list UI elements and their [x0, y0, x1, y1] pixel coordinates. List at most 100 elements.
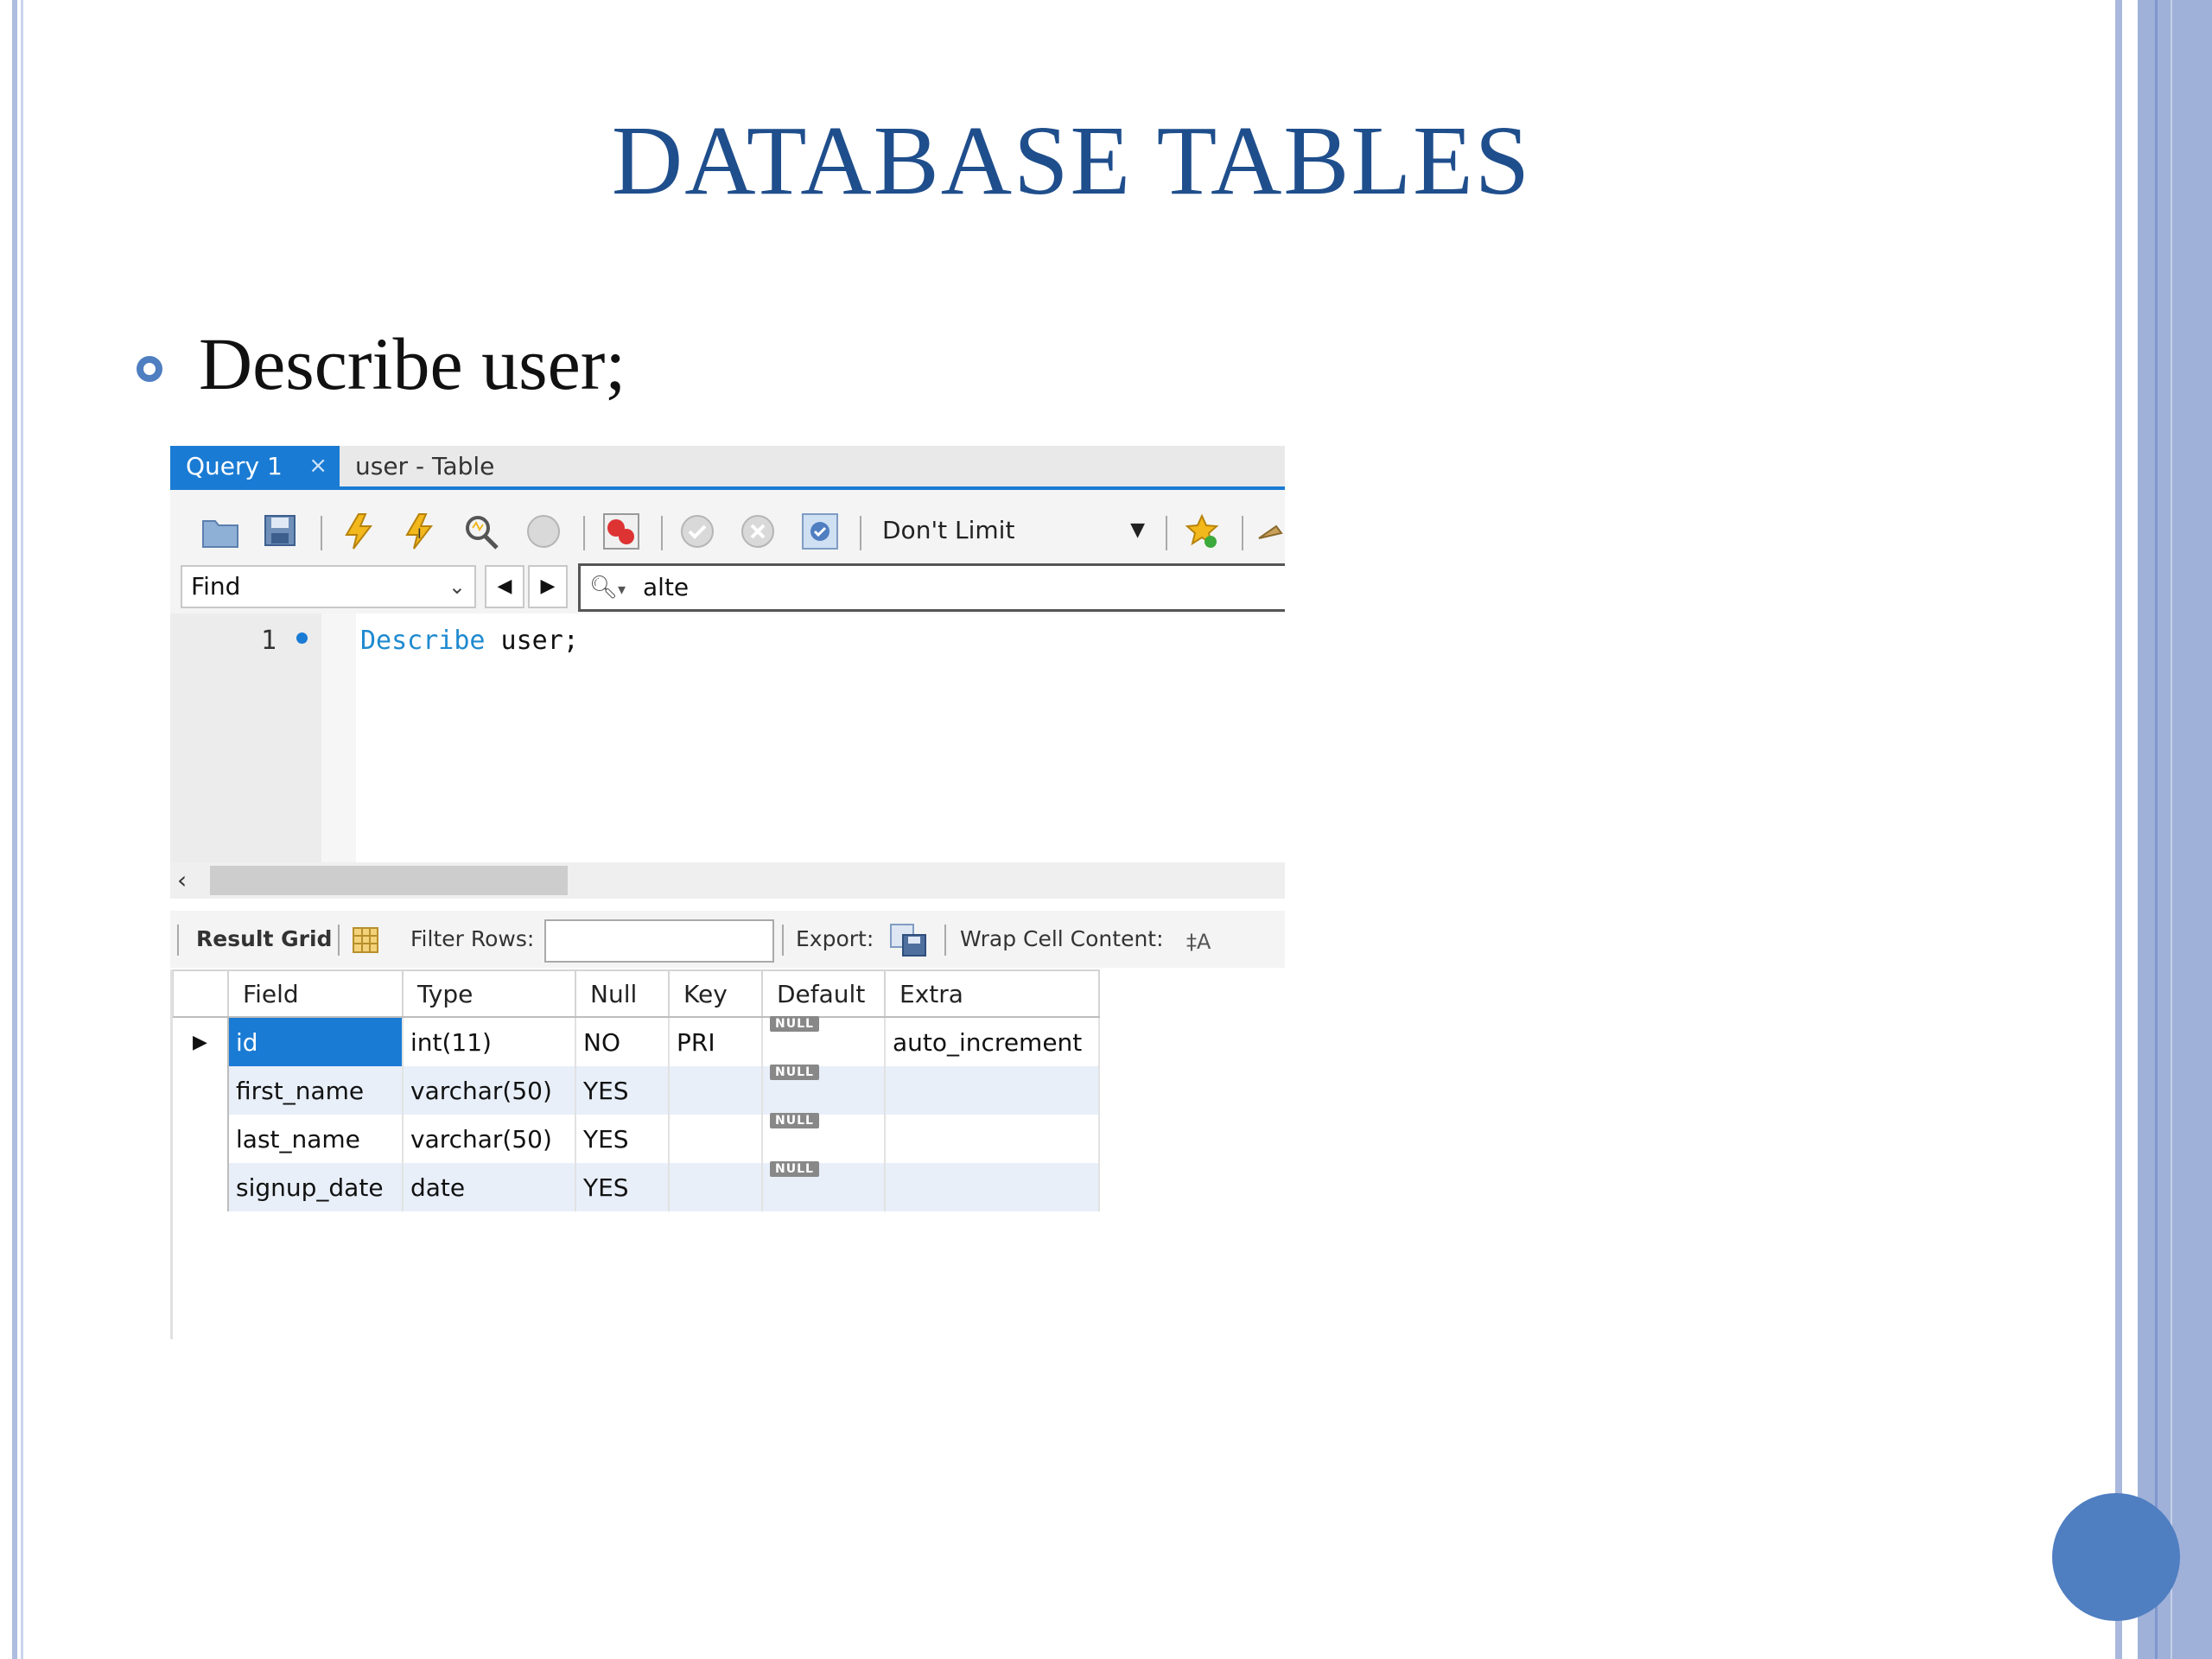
wrap-text-icon[interactable]: ‡A	[1185, 926, 1212, 954]
filter-rows-input[interactable]	[544, 919, 774, 963]
row-header	[173, 1066, 229, 1115]
execute-icon[interactable]	[340, 512, 378, 550]
cell-default[interactable]: NULL	[762, 1064, 886, 1115]
result-toolbar: Result Grid Filter Rows: Export: Wrap Ce…	[170, 911, 1285, 968]
find-mode-select[interactable]: Find ⌄	[181, 565, 476, 608]
cell-default[interactable]: NULL	[762, 1015, 886, 1066]
cell-null[interactable]: NO	[575, 1017, 670, 1066]
cell-type[interactable]: varchar(50)	[403, 1066, 576, 1115]
line-number: 1	[261, 626, 277, 656]
find-search-value: alte	[643, 573, 690, 601]
column-header-type[interactable]: Type	[403, 969, 576, 1018]
cell-type[interactable]: date	[403, 1163, 576, 1211]
tab-query-1[interactable]: Query 1 ×	[170, 446, 340, 486]
grid-left-border	[170, 969, 173, 1339]
cell-default[interactable]: NULL	[762, 1160, 886, 1211]
sql-code-rest: user;	[485, 626, 579, 656]
right-border-line-2	[2171, 0, 2172, 1659]
left-border-stripe	[12, 0, 17, 1659]
explain-icon[interactable]	[462, 512, 500, 550]
cell-extra[interactable]	[885, 1115, 1100, 1163]
workbench-screenshot: Query 1 × user - Table I Don't Limit ▼ F…	[170, 446, 1285, 1339]
cell-field[interactable]: last_name	[228, 1115, 404, 1163]
bookmark-icon[interactable]	[1183, 512, 1221, 550]
cell-null[interactable]: YES	[575, 1066, 670, 1115]
cell-key[interactable]	[669, 1163, 763, 1211]
grid-view-icon[interactable]	[352, 926, 379, 954]
svg-text:I: I	[417, 525, 422, 542]
table-row[interactable]: signup_date date YES NULL	[173, 1160, 1100, 1211]
cell-type[interactable]: int(11)	[403, 1017, 576, 1066]
toolbar-separator	[860, 516, 861, 550]
cell-extra[interactable]: auto_increment	[885, 1017, 1100, 1066]
sql-code-line[interactable]: Describe user;	[360, 626, 579, 656]
cell-extra[interactable]	[885, 1163, 1100, 1211]
stop-icon[interactable]	[524, 512, 563, 550]
cell-field[interactable]: id	[228, 1017, 404, 1066]
column-header-default[interactable]: Default	[762, 969, 886, 1018]
toolbar-separator	[1242, 516, 1243, 550]
find-bar: Find ⌄ ◀ ▶ 🔍︎▾ alte	[170, 556, 1285, 613]
toolbar-separator	[177, 925, 179, 956]
column-header-key[interactable]: Key	[669, 969, 763, 1018]
cell-field[interactable]: first_name	[228, 1066, 404, 1115]
left-border-stripe-thin	[21, 0, 23, 1659]
toolbar-separator	[321, 516, 322, 550]
beautify-icon[interactable]	[1255, 512, 1285, 550]
sql-editor[interactable]: 1 Describe user;	[170, 613, 1285, 862]
close-icon[interactable]: ×	[308, 446, 327, 486]
grid-header-row: Field Type Null Key Default Extra	[172, 969, 1100, 1018]
statement-marker-icon	[296, 632, 308, 644]
cell-key[interactable]	[669, 1066, 763, 1115]
horizontal-scrollbar[interactable]: ‹	[170, 862, 1285, 899]
save-icon[interactable]	[262, 512, 300, 550]
toolbar-separator	[583, 516, 585, 550]
editor-gutter	[170, 613, 321, 862]
autocommit-icon[interactable]	[801, 512, 839, 550]
svg-text:‡A: ‡A	[1186, 930, 1211, 954]
cell-field[interactable]: signup_date	[228, 1163, 404, 1211]
find-previous-button[interactable]: ◀	[485, 565, 524, 608]
null-badge: NULL	[770, 1112, 819, 1128]
commit-icon[interactable]	[678, 512, 716, 550]
row-header	[173, 1115, 229, 1163]
scrollbar-thumb[interactable]	[210, 866, 568, 895]
result-grid[interactable]: Field Type Null Key Default Extra ▶ id i…	[172, 969, 1100, 1211]
export-label: Export:	[796, 926, 874, 951]
find-search-input[interactable]: 🔍︎▾ alte	[578, 563, 1285, 612]
row-header	[173, 1163, 229, 1211]
export-icon[interactable]	[889, 923, 927, 957]
sql-keyword: Describe	[360, 626, 486, 656]
column-header-null[interactable]: Null	[575, 969, 670, 1018]
column-header-extra[interactable]: Extra	[885, 969, 1100, 1018]
tab-user-table[interactable]: user - Table	[355, 446, 494, 486]
dropdown-caret-icon: ▼	[1130, 519, 1145, 541]
scroll-left-icon[interactable]: ‹	[177, 862, 187, 899]
cell-null[interactable]: YES	[575, 1115, 670, 1163]
toggle-error-icon[interactable]	[602, 512, 640, 550]
table-row[interactable]: ▶ id int(11) NO PRI NULL auto_increment	[173, 1015, 1100, 1066]
rollback-icon[interactable]	[739, 512, 777, 550]
null-badge: NULL	[770, 1015, 819, 1032]
tab-bar: Query 1 × user - Table	[170, 446, 1285, 490]
cell-null[interactable]: YES	[575, 1163, 670, 1211]
execute-current-icon[interactable]: I	[400, 512, 438, 550]
cell-default[interactable]: NULL	[762, 1112, 886, 1163]
find-next-button[interactable]: ▶	[528, 565, 568, 608]
cell-key[interactable]	[669, 1115, 763, 1163]
open-folder-icon[interactable]	[201, 512, 239, 550]
table-row[interactable]: last_name varchar(50) YES NULL	[173, 1112, 1100, 1163]
cell-type[interactable]: varchar(50)	[403, 1115, 576, 1163]
wrap-cell-label: Wrap Cell Content:	[960, 926, 1164, 951]
column-header-field[interactable]: Field	[228, 969, 404, 1018]
limit-rows-select[interactable]: Don't Limit ▼	[872, 509, 1150, 552]
editor-margin	[321, 613, 356, 862]
limit-rows-value: Don't Limit	[882, 516, 1015, 544]
result-grid-tab[interactable]: Result Grid	[196, 911, 332, 968]
table-row[interactable]: first_name varchar(50) YES NULL	[173, 1064, 1100, 1115]
tab-label: Query 1	[186, 452, 283, 480]
search-icon: 🔍︎▾	[589, 575, 626, 601]
cell-key[interactable]: PRI	[669, 1017, 763, 1066]
cell-extra[interactable]	[885, 1066, 1100, 1115]
right-border-stripe	[2115, 0, 2122, 1659]
